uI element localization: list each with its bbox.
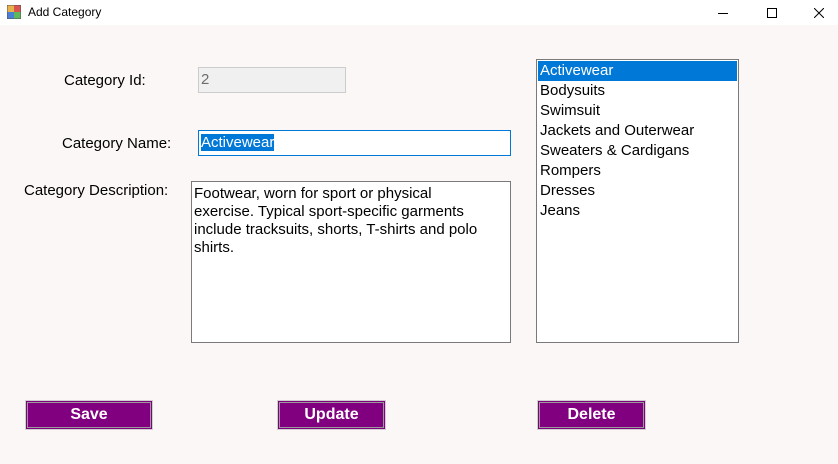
list-item[interactable]: Jeans bbox=[538, 201, 737, 221]
minimize-button[interactable] bbox=[700, 0, 746, 25]
title-bar[interactable]: Add Category bbox=[0, 0, 838, 25]
form-client-area: Category Id: 2 Category Name: Activewear… bbox=[0, 25, 838, 464]
add-category-window: Add Category Category Id: 2 Category Nam… bbox=[0, 0, 838, 464]
category-description-label: Category Description: bbox=[24, 182, 169, 199]
list-item[interactable]: Activewear bbox=[538, 61, 737, 81]
category-description-value: Footwear, worn for sport or physical exe… bbox=[194, 185, 478, 256]
list-item[interactable]: Sweaters & Cardigans bbox=[538, 141, 737, 161]
app-icon bbox=[7, 5, 21, 19]
maximize-icon bbox=[767, 7, 777, 18]
category-name-label: Category Name: bbox=[62, 135, 172, 152]
list-item[interactable]: Dresses bbox=[538, 181, 737, 201]
update-button[interactable]: Update bbox=[277, 400, 386, 430]
category-name-value: Activewear bbox=[201, 134, 275, 151]
category-description-field[interactable]: Footwear, worn for sport or physical exe… bbox=[191, 181, 511, 343]
list-item[interactable]: Bodysuits bbox=[538, 81, 737, 101]
maximize-button[interactable] bbox=[749, 0, 795, 25]
list-item[interactable]: Jackets and Outerwear bbox=[538, 121, 737, 141]
category-listbox[interactable]: Activewear Bodysuits Swimsuit Jackets an… bbox=[536, 59, 739, 343]
list-item[interactable]: Swimsuit bbox=[538, 101, 737, 121]
delete-button[interactable]: Delete bbox=[537, 400, 646, 430]
category-id-field: 2 bbox=[198, 67, 346, 93]
category-id-label: Category Id: bbox=[64, 72, 146, 89]
close-icon bbox=[814, 7, 824, 18]
close-button[interactable] bbox=[796, 0, 838, 25]
window-title: Add Category bbox=[28, 5, 102, 19]
category-id-value: 2 bbox=[201, 71, 210, 88]
minimize-icon bbox=[718, 12, 728, 14]
list-item[interactable]: Rompers bbox=[538, 161, 737, 181]
save-button[interactable]: Save bbox=[25, 400, 153, 430]
category-name-field[interactable]: Activewear bbox=[198, 130, 511, 156]
